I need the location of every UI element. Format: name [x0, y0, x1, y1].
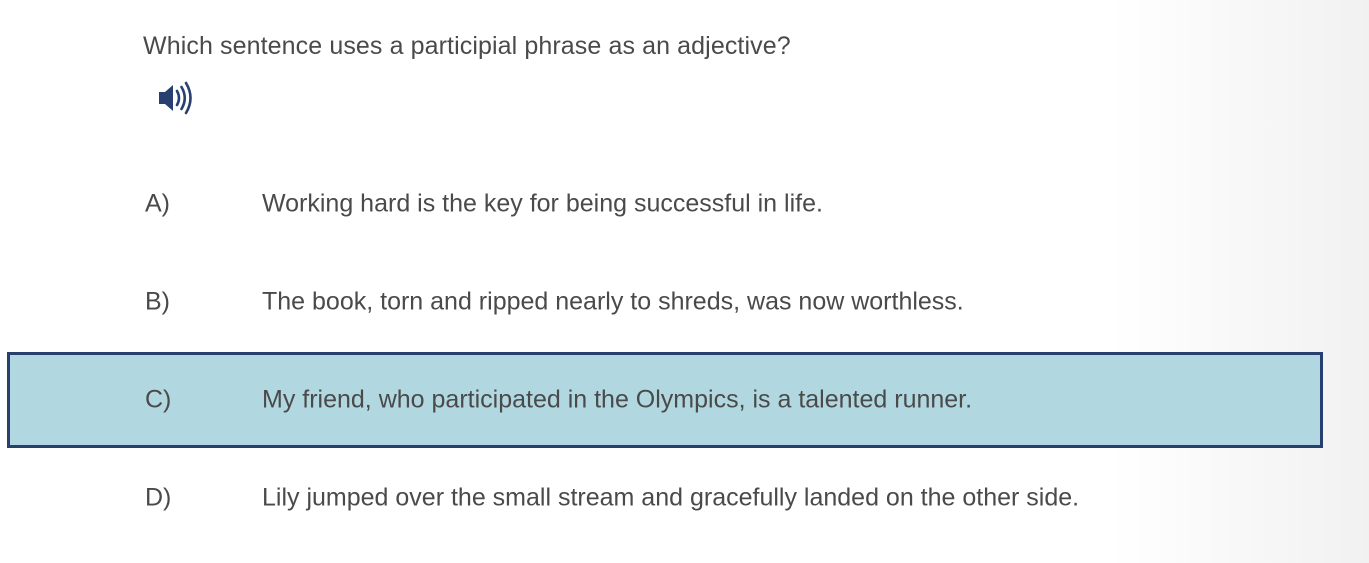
option-letter: C): [145, 385, 172, 414]
answer-option-d[interactable]: D) Lily jumped over the small stream and…: [7, 451, 1323, 545]
option-text: Working hard is the key for being succes…: [262, 189, 823, 218]
answer-option-c[interactable]: C) My friend, who participated in the Ol…: [7, 352, 1323, 448]
answer-option-a[interactable]: A) Working hard is the key for being suc…: [7, 157, 1323, 251]
option-text: My friend, who participated in the Olymp…: [262, 385, 973, 414]
option-text: The book, torn and ripped nearly to shre…: [262, 287, 964, 316]
answer-option-b[interactable]: B) The book, torn and ripped nearly to s…: [7, 255, 1323, 349]
question-prompt: Which sentence uses a participial phrase…: [143, 32, 791, 60]
option-letter: D): [145, 483, 172, 512]
option-letter: B): [145, 287, 170, 316]
option-text: Lily jumped over the small stream and gr…: [262, 483, 1080, 512]
option-letter: A): [145, 189, 170, 218]
speaker-icon[interactable]: [156, 80, 196, 116]
